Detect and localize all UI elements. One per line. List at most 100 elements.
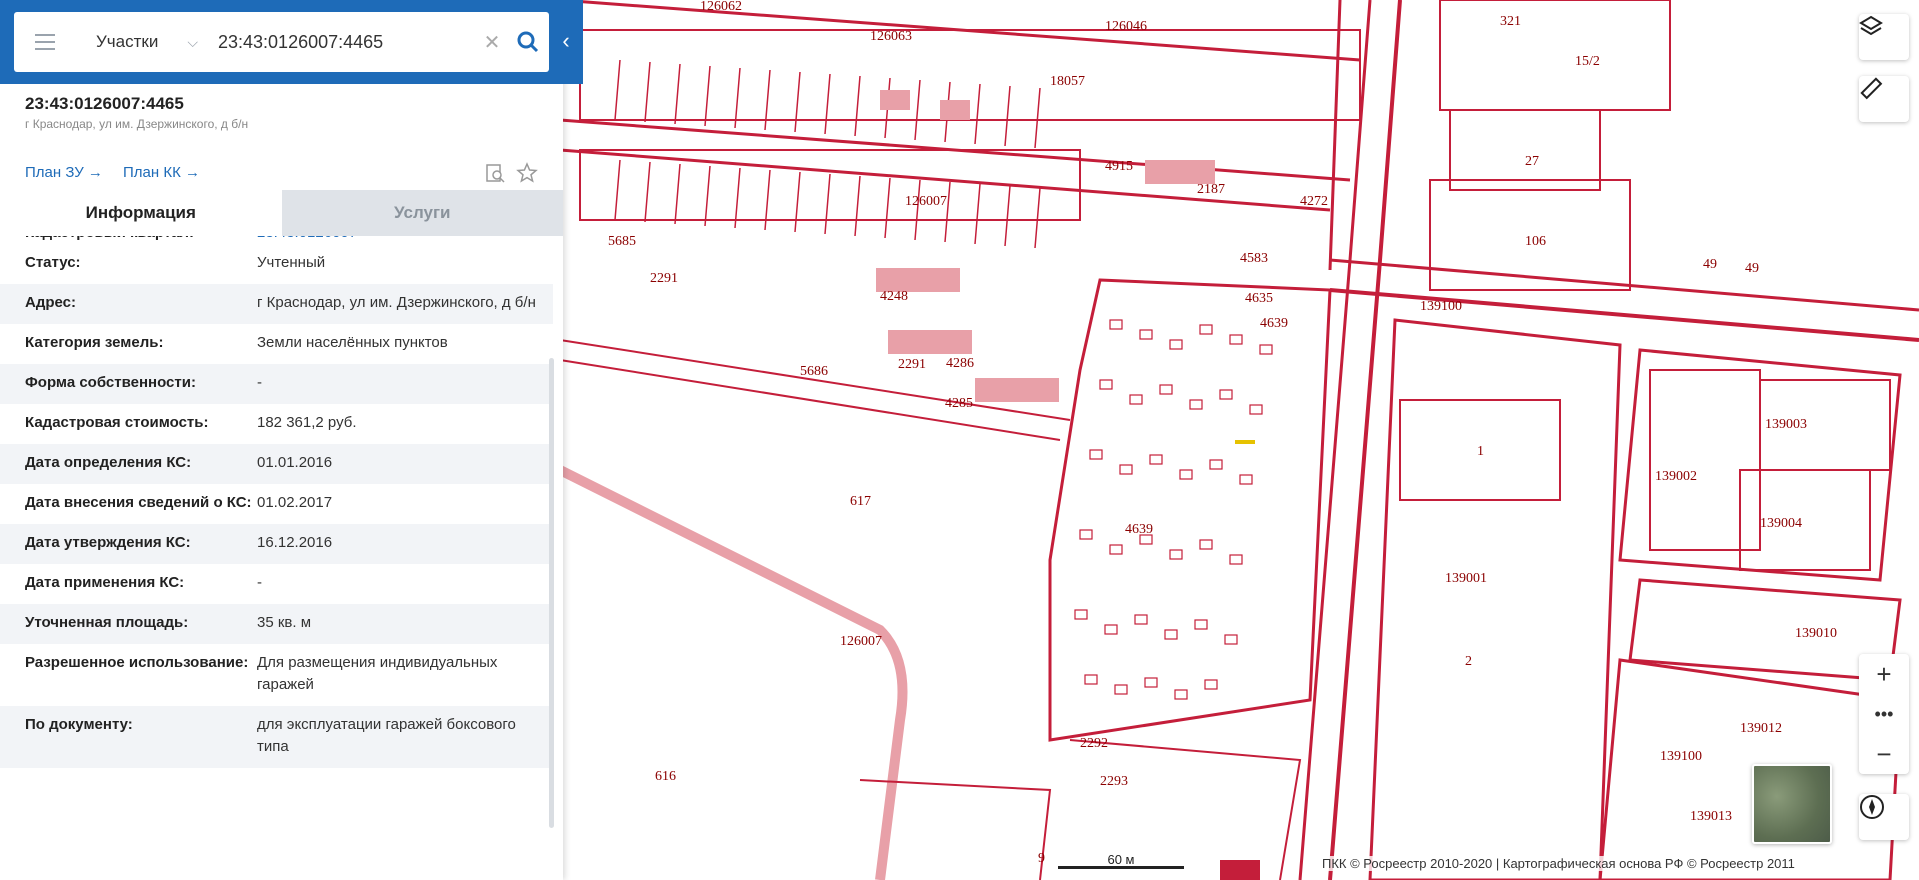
property-key: Дата внесения сведений о КС: xyxy=(25,494,252,511)
scale-bar xyxy=(1058,866,1184,869)
map-parcel-label: 4915 xyxy=(1105,159,1133,174)
favorite-button[interactable] xyxy=(514,160,540,186)
map-parcel-label: 4285 xyxy=(945,396,973,411)
star-icon xyxy=(516,162,538,183)
zoom-out-button[interactable]: − xyxy=(1859,734,1909,774)
property-key: Кадастровая стоимость: xyxy=(25,414,209,431)
property-value: 01.02.2017 xyxy=(257,494,333,511)
property-key: Категория земель: xyxy=(25,334,164,351)
map-parcel-label: 126046 xyxy=(1105,19,1147,34)
map-parcel-label: 139004 xyxy=(1760,516,1802,531)
map-parcel-label: 4639 xyxy=(1260,316,1288,331)
property-value: для эксплуатации гаражей боксового типа xyxy=(257,716,516,755)
object-type-select[interactable]: Участки ⌵ xyxy=(76,32,208,52)
property-value: - xyxy=(257,574,262,591)
property-row: По документу: для эксплуатации гаражей бо… xyxy=(0,706,553,768)
tab-services[interactable]: Услуги xyxy=(281,190,563,236)
property-row: Дата утверждения КС: 16.12.2016 xyxy=(0,524,553,564)
property-row: Категория земель: Земли населённых пункто… xyxy=(0,324,553,364)
scrollbar[interactable] xyxy=(549,358,554,828)
search-icon xyxy=(517,31,539,53)
map-parcel-label: 2293 xyxy=(1100,774,1128,789)
layers-icon xyxy=(1859,15,1883,36)
property-row: Дата внесения сведений о КС: 01.02.2017 xyxy=(0,484,553,524)
zoom-in-button[interactable]: + xyxy=(1859,654,1909,694)
map-parcel-label: 15/2 xyxy=(1575,54,1600,69)
search-button[interactable] xyxy=(507,12,549,72)
property-key: По документу: xyxy=(25,716,133,733)
object-type-label: Участки xyxy=(96,32,159,51)
property-key: Разрешенное использование: xyxy=(25,654,249,671)
map-parcel-label: 2187 xyxy=(1197,182,1225,197)
map-parcel-label: 321 xyxy=(1500,14,1521,29)
property-key: Кадастровый квартал: xyxy=(0,236,257,244)
map-parcel-label: 4248 xyxy=(880,289,908,304)
properties-list: Кадастровый квартал: 23:43:0126007 Стату… xyxy=(0,236,553,880)
property-value: 16.12.2016 xyxy=(257,534,333,551)
map-parcel-label: 139010 xyxy=(1795,626,1837,641)
property-row: Форма собственности: - xyxy=(0,364,553,404)
more-button[interactable]: ••• xyxy=(1859,694,1909,734)
map-parcel-label: 126007 xyxy=(905,194,947,209)
tab-bar: Информация Услуги xyxy=(0,190,563,236)
property-value: - xyxy=(257,374,262,391)
map-parcel-label: 2292 xyxy=(1080,736,1108,751)
zoom-to-object-button[interactable] xyxy=(482,160,508,186)
clear-icon[interactable]: ✕ xyxy=(477,30,507,55)
map-parcel-label: 4639 xyxy=(1125,522,1153,537)
compass-button[interactable] xyxy=(1859,794,1909,840)
map-parcel-label: 5685 xyxy=(608,234,636,249)
property-key: Адрес: xyxy=(25,294,76,311)
search-document-icon xyxy=(486,164,505,183)
property-value: 182 361,2 руб. xyxy=(257,414,357,431)
scale-label: 60 м xyxy=(1107,852,1135,867)
property-value-link[interactable]: 23:43:0126007 xyxy=(257,236,357,244)
search-input[interactable] xyxy=(208,31,477,53)
property-key: Статус: xyxy=(25,254,81,271)
map-parcel-label: 18057 xyxy=(1050,74,1085,89)
map-parcel-label: 126062 xyxy=(700,0,742,14)
layers-button[interactable] xyxy=(1859,14,1909,60)
map-parcel-label: 126063 xyxy=(870,29,912,44)
map-parcel-label: 1 xyxy=(1477,444,1484,459)
map-parcel-label: 139100 xyxy=(1660,749,1702,764)
property-row: Статус: Учтенный xyxy=(0,244,553,284)
map-parcel-label: 126007 xyxy=(840,634,882,649)
map-parcel-label: 106 xyxy=(1525,234,1546,249)
property-value: Для размещения индивидуальных гаражей xyxy=(257,654,498,693)
plan-zu-link[interactable]: План ЗУ → xyxy=(25,164,103,181)
map-parcel-label: 616 xyxy=(655,769,676,784)
satellite-toggle[interactable] xyxy=(1752,764,1832,844)
tab-info[interactable]: Информация xyxy=(0,190,282,236)
compass-icon xyxy=(1860,795,1884,819)
map-parcel-label: 49 xyxy=(1703,257,1717,272)
measure-button[interactable] xyxy=(1859,76,1909,122)
property-row: Адрес: г Краснодар, ул им. Дзержинского, … xyxy=(0,284,553,324)
object-title: 23:43:0126007:4465 xyxy=(25,94,184,113)
map-parcel-label: 2 xyxy=(1465,654,1472,669)
plan-kk-link[interactable]: План КК → xyxy=(123,164,200,181)
search-header: Участки ⌵ ✕ ‹ xyxy=(0,0,583,84)
map-parcel-label: 2291 xyxy=(898,357,926,372)
zoom-controls: + ••• − xyxy=(1859,654,1909,774)
map-parcel-label: 27 xyxy=(1525,154,1539,169)
collapse-panel-button[interactable]: ‹ xyxy=(556,28,576,56)
object-address: г Краснодар, ул им. Дзержинского, д б/н xyxy=(25,117,249,131)
map-parcel-label: 617 xyxy=(850,494,871,509)
ruler-icon xyxy=(1860,77,1883,100)
map-parcel-label: 139002 xyxy=(1655,469,1697,484)
map-parcel-label: 139003 xyxy=(1765,417,1807,432)
map-parcel-label: 4583 xyxy=(1240,251,1268,266)
property-row: Дата определения КС: 01.01.2016 xyxy=(0,444,553,484)
property-value: г Краснодар, ул им. Дзержинского, д б/н xyxy=(257,294,536,311)
chevron-left-icon: ‹ xyxy=(562,28,570,53)
menu-button[interactable] xyxy=(14,12,76,72)
property-row: Кадастровый квартал: 23:43:0126007 xyxy=(0,236,553,244)
property-row: Уточненная площадь: 35 кв. м xyxy=(0,604,553,644)
map-parcel-label: 4272 xyxy=(1300,194,1328,209)
copyright: ПКК © Росреестр 2010-2020 | Картографиче… xyxy=(1318,856,1799,871)
property-key: Дата утверждения КС: xyxy=(25,534,191,551)
property-row: Кадастровая стоимость: 182 361,2 руб. xyxy=(0,404,553,444)
property-value: Земли населённых пунктов xyxy=(257,334,448,351)
property-value: 01.01.2016 xyxy=(257,454,333,471)
